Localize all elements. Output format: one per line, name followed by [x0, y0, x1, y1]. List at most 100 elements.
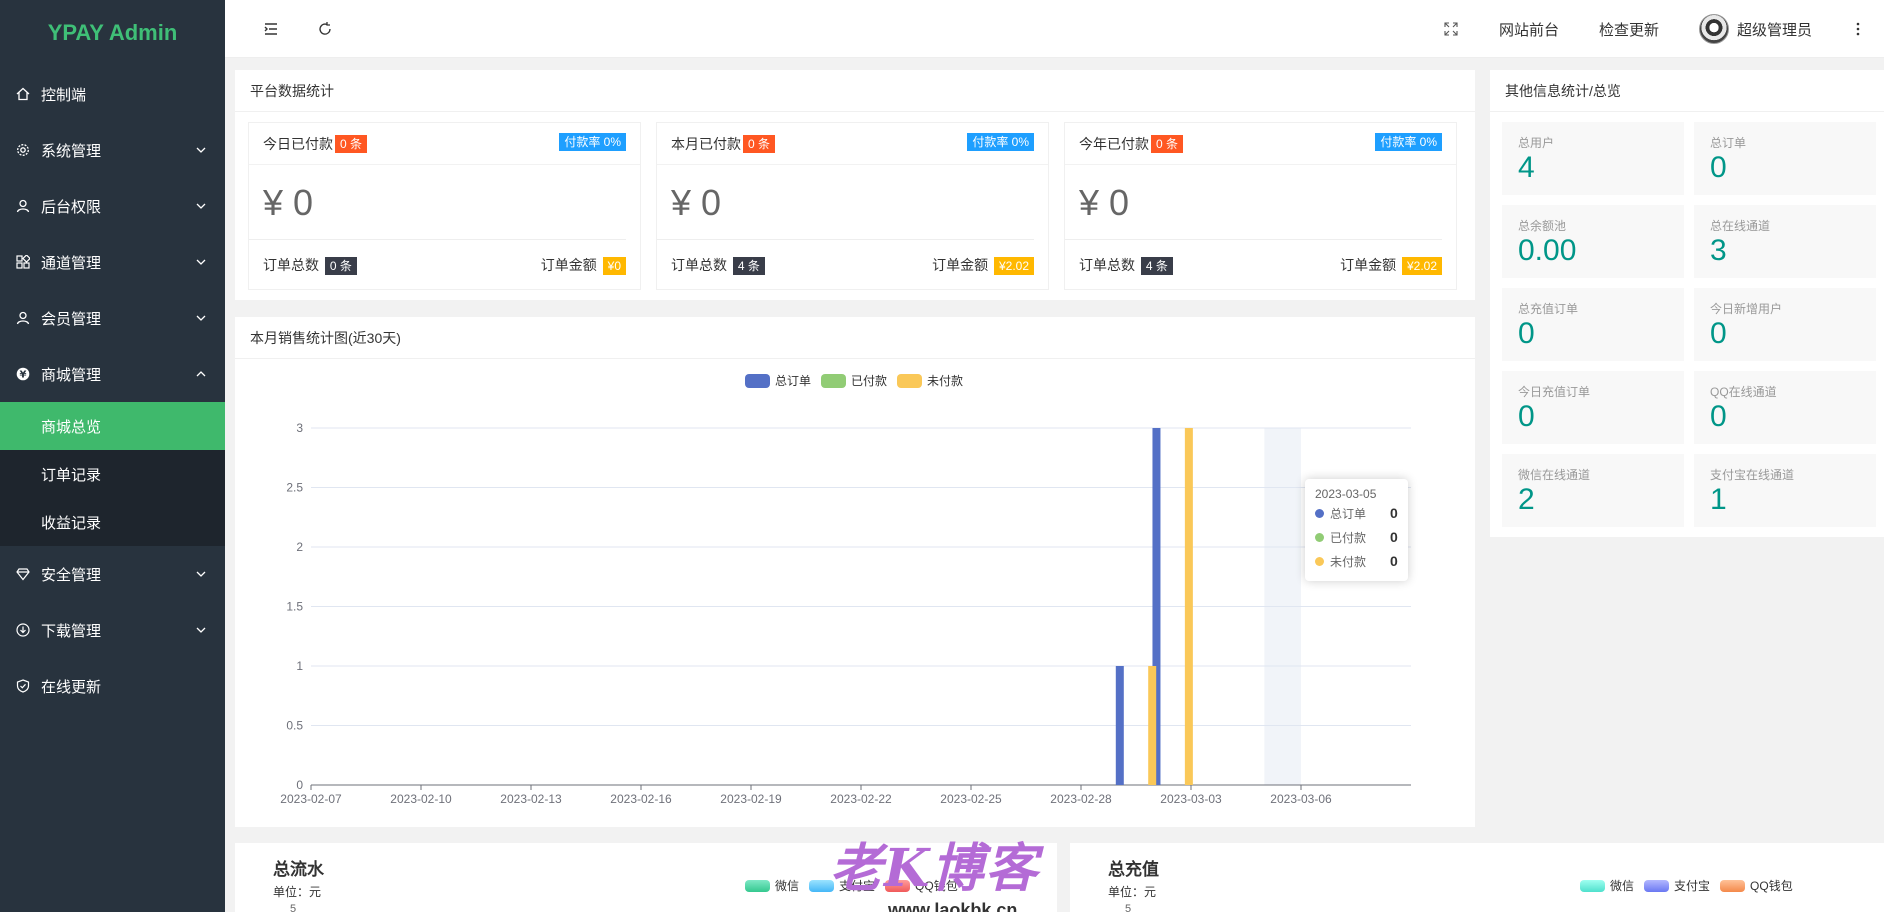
chevron-up-icon [196, 371, 206, 377]
tooltip-value: 0 [1390, 529, 1398, 545]
info-label: 总用户 [1518, 136, 1555, 150]
stat-card-month: 本月已付款 0 条 付款率 0% ¥ 0 订单总数 4 条 订单金额 ¥2.02 [656, 122, 1049, 290]
sidebar-item-system[interactable]: 系统管理 [0, 122, 225, 178]
other-info-panel: 其他信息统计/总览 总用户 4 总订单 0 总余额池 0.00 总在线通道 3 总充值订… [1490, 70, 1884, 537]
fullscreen-button[interactable] [1444, 0, 1458, 58]
legend-label: 微信 [775, 879, 800, 893]
tooltip-value: 0 [1390, 553, 1398, 569]
sidebar-item-label: 通道管理 [41, 254, 102, 272]
site-front-link[interactable]: 网站前台 [1499, 0, 1559, 58]
order-total-label: 订单总数 [671, 257, 727, 273]
legend-swatch [1580, 879, 1605, 892]
refresh-icon [319, 22, 331, 35]
order-total-badge: 4 条 [1140, 257, 1173, 275]
y-tick-label: 1.5 [286, 600, 303, 614]
sidebar-item-console[interactable]: 控制端 [0, 66, 225, 122]
sidebar-item-members[interactable]: 会员管理 [0, 290, 225, 346]
tooltip-series: 已付款 [1330, 530, 1367, 545]
y-tick-label: 2.5 [286, 481, 303, 495]
refresh-button[interactable] [317, 0, 333, 58]
info-cell: 今日充值订单 0 [1502, 371, 1684, 444]
recharge-axis-tick: 5 [1125, 903, 1132, 912]
chevron-down-icon [196, 147, 206, 153]
bar [1115, 666, 1124, 785]
watermark: 老K博客 [830, 838, 1040, 899]
card-title: 今日已付款 [263, 135, 333, 152]
tooltip-value: 0 [1390, 505, 1398, 521]
sidebar-subitem-order-records[interactable]: 订单记录 [0, 450, 225, 498]
info-value: 4 [1518, 151, 1535, 184]
info-value: 2 [1518, 483, 1535, 516]
order-amount-label: 订单金额 [1340, 257, 1397, 273]
user-icon [15, 310, 31, 326]
legend-label: QQ钱包 [1750, 879, 1793, 893]
sidebar-item-admin-permissions[interactable]: 后台权限 [0, 178, 225, 234]
x-tick-label: 2023-02-13 [500, 792, 562, 806]
sidebar-item-downloads[interactable]: 下载管理 [0, 602, 225, 658]
flow-unit: 单位：元 [273, 885, 322, 899]
home-icon [15, 86, 31, 102]
order-total-label: 订单总数 [1079, 257, 1135, 273]
info-label: QQ在线通道 [1710, 385, 1777, 399]
recharge-legend: 微信 支付宝 QQ钱包 [1580, 877, 1803, 894]
paid-amount: ¥ 0 [657, 165, 1034, 240]
sidebar-item-label: 系统管理 [41, 142, 102, 160]
legend-swatch [745, 879, 770, 892]
stat-card-today: 今日已付款 0 条 付款率 0% ¥ 0 订单总数 0 条 订单金额 ¥0 [248, 122, 641, 290]
more-options-button[interactable] [1855, 0, 1861, 58]
username: 超级管理员 [1737, 21, 1813, 39]
legend-item[interactable]: 支付宝 [1644, 877, 1710, 894]
sidebar-subitem-mall-overview[interactable]: 商城总览 [0, 402, 225, 450]
info-value: 1 [1710, 483, 1727, 516]
sidebar-item-security[interactable]: 安全管理 [0, 546, 225, 602]
download-icon [15, 622, 31, 638]
order-amount-badge: ¥2.02 [1401, 257, 1442, 275]
order-amount-badge: ¥0 [602, 257, 626, 275]
fullscreen-icon [1444, 22, 1458, 36]
total-recharge-panel: 总充值 单位：元 5 微信 支付宝 QQ钱包 [1070, 843, 1884, 912]
info-cell: 总用户 4 [1502, 122, 1684, 195]
x-tick-label: 2023-02-16 [610, 792, 672, 806]
avatar [1699, 14, 1729, 44]
gear-icon [15, 142, 31, 158]
tooltip-series: 总订单 [1330, 506, 1367, 521]
info-cell: 支付宝在线通道 1 [1694, 454, 1876, 527]
paid-amount: ¥ 0 [249, 165, 626, 240]
chevron-down-icon [196, 259, 206, 265]
yen-icon: ¥ [15, 366, 31, 382]
info-cell: 总订单 0 [1694, 122, 1876, 195]
info-cell: 今日新增用户 0 [1694, 288, 1876, 361]
info-label: 总订单 [1710, 136, 1747, 150]
info-cell: QQ在线通道 0 [1694, 371, 1876, 444]
card-title: 本月已付款 [671, 135, 741, 152]
info-value: 0.00 [1518, 234, 1577, 267]
legend-item[interactable]: QQ钱包 [1720, 877, 1793, 894]
flow-axis-tick: 5 [290, 903, 297, 912]
info-label: 微信在线通道 [1518, 468, 1591, 482]
user-menu[interactable]: 超级管理员 [1699, 0, 1812, 58]
chevron-down-icon [196, 315, 206, 321]
sidebar-subitem-income-records[interactable]: 收益记录 [0, 498, 225, 546]
diamond-icon [15, 566, 31, 582]
info-cell: 总充值订单 0 [1502, 288, 1684, 361]
legend-item[interactable]: 微信 [745, 877, 799, 894]
sidebar-item-mall[interactable]: ¥ 商城管理 [0, 346, 225, 402]
info-value: 0 [1518, 400, 1535, 433]
check-update-link[interactable]: 检查更新 [1599, 0, 1659, 58]
stat-card-year: 今年已付款 0 条 付款率 0% ¥ 0 订单总数 4 条 订单金额 ¥2.02 [1064, 122, 1457, 290]
panel-title: 平台数据统计 [235, 70, 1475, 112]
info-cell: 总余额池 0.00 [1502, 205, 1684, 278]
order-amount-badge: ¥2.02 [993, 257, 1034, 275]
x-tick-label: 2023-02-19 [720, 792, 782, 806]
bar [1148, 666, 1157, 785]
app-logo[interactable]: YPAY Admin [0, 0, 225, 66]
x-tick-label: 2023-02-07 [280, 792, 342, 806]
menu-toggle-button[interactable] [263, 0, 279, 58]
sidebar-item-online-update[interactable]: 在线更新 [0, 658, 225, 714]
menu-fold-icon [264, 23, 277, 35]
info-value: 0 [1518, 317, 1535, 350]
sidebar-item-channels[interactable]: 通道管理 [0, 234, 225, 290]
legend-item[interactable]: 微信 [1580, 877, 1634, 894]
mall-submenu: 商城总览 订单记录 收益记录 [0, 402, 225, 546]
legend-label: 支付宝 [1674, 879, 1711, 893]
